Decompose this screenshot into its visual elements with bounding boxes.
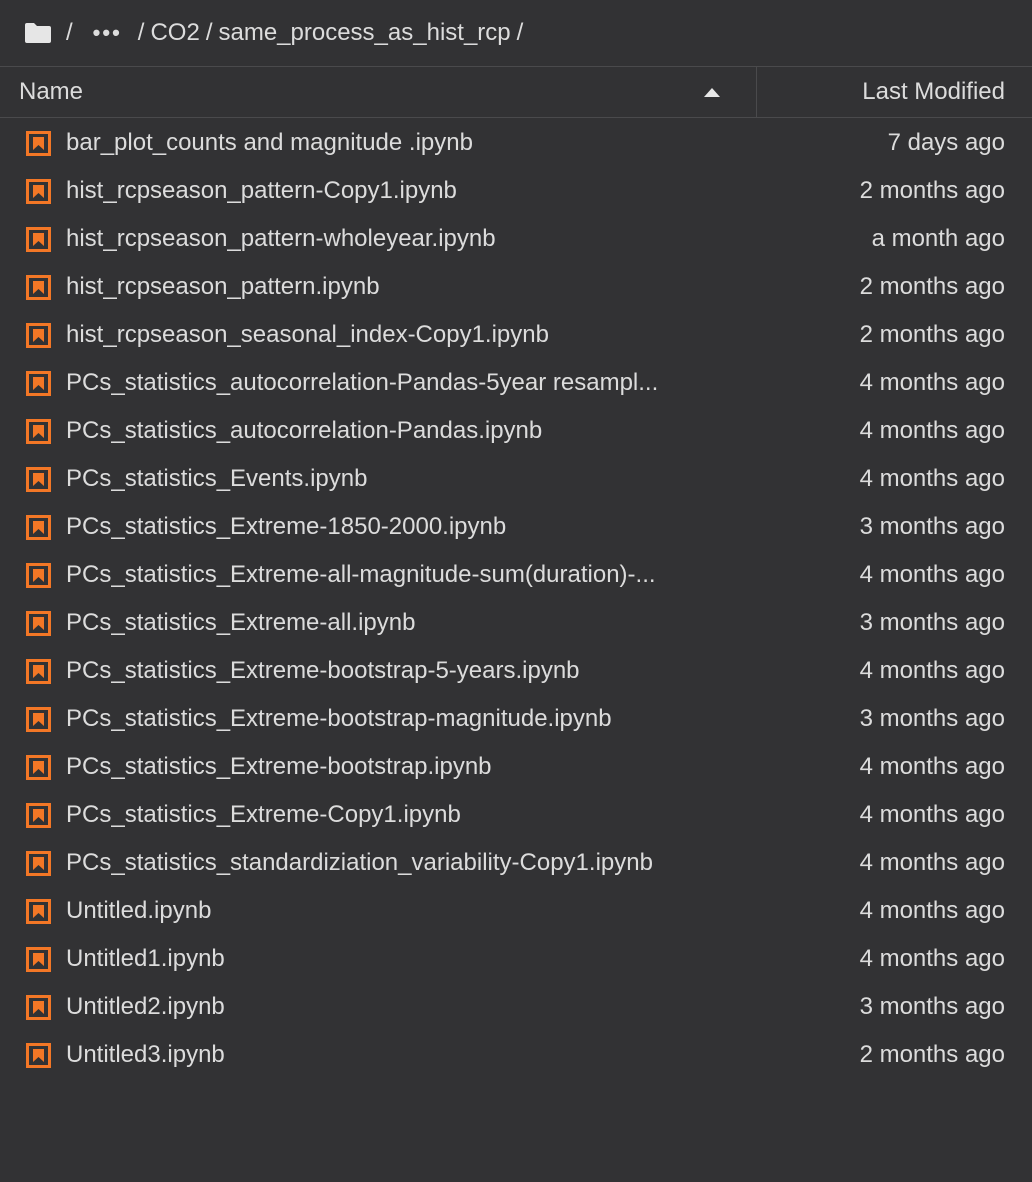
list-item[interactable]: PCs_statistics_Extreme-all-magnitude-sum… bbox=[0, 551, 1032, 599]
list-item[interactable]: PCs_statistics_autocorrelation-Pandas-5y… bbox=[0, 359, 1032, 407]
breadcrumb-ellipsis[interactable]: ••• bbox=[93, 20, 122, 46]
file-name: PCs_statistics_autocorrelation-Pandas.ip… bbox=[66, 417, 543, 444]
file-browser: / ••• / CO2 / same_process_as_hist_rcp /… bbox=[0, 0, 1032, 1182]
column-header-last-modified[interactable]: Last Modified bbox=[757, 67, 1032, 117]
notebook-icon bbox=[26, 1043, 51, 1068]
file-last-modified: 2 months ago bbox=[859, 321, 1005, 348]
list-item[interactable]: hist_rcpseason_pattern-Copy1.ipynb 2 mont… bbox=[0, 167, 1032, 215]
file-name: PCs_statistics_Extreme-all.ipynb bbox=[66, 609, 416, 636]
notebook-icon bbox=[26, 419, 51, 444]
list-item[interactable]: Untitled.ipynb 4 months ago bbox=[0, 887, 1032, 935]
file-name: hist_rcpseason_pattern-Copy1.ipynb bbox=[66, 177, 457, 204]
list-item[interactable]: bar_plot_counts and magnitude .ipynb 7 da… bbox=[0, 119, 1032, 167]
file-name: Untitled.ipynb bbox=[66, 897, 212, 924]
file-name: PCs_statistics_Extreme-Copy1.ipynb bbox=[66, 801, 461, 828]
list-item[interactable]: PCs_statistics_Events.ipynb 4 months ago bbox=[0, 455, 1032, 503]
notebook-icon bbox=[26, 755, 51, 780]
breadcrumb-item-current-folder[interactable]: same_process_as_hist_rcp bbox=[218, 19, 510, 47]
list-item[interactable]: PCs_statistics_autocorrelation-Pandas.ip… bbox=[0, 407, 1032, 455]
file-name: bar_plot_counts and magnitude .ipynb bbox=[66, 129, 473, 156]
notebook-icon bbox=[26, 371, 51, 396]
file-name: PCs_statistics_Events.ipynb bbox=[66, 465, 368, 492]
notebook-icon bbox=[26, 947, 51, 972]
list-item[interactable]: Untitled2.ipynb 3 months ago bbox=[0, 983, 1032, 1031]
breadcrumb-separator: / bbox=[66, 19, 73, 46]
file-last-modified: 3 months ago bbox=[859, 705, 1005, 732]
notebook-icon bbox=[26, 467, 51, 492]
list-item[interactable]: PCs_statistics_Extreme-Copy1.ipynb 4 mont… bbox=[0, 791, 1032, 839]
file-name: PCs_statistics_Extreme-bootstrap-5-years… bbox=[66, 657, 580, 684]
list-item[interactable]: PCs_statistics_Extreme-bootstrap-5-years… bbox=[0, 647, 1032, 695]
file-last-modified: 3 months ago bbox=[859, 993, 1005, 1020]
notebook-icon bbox=[26, 323, 51, 348]
file-last-modified: 4 months ago bbox=[859, 849, 1005, 876]
list-item[interactable]: PCs_statistics_Extreme-bootstrap.ipynb 4 … bbox=[0, 743, 1032, 791]
notebook-icon bbox=[26, 707, 51, 732]
file-last-modified: 4 months ago bbox=[859, 369, 1005, 396]
file-name: Untitled3.ipynb bbox=[66, 1041, 225, 1068]
breadcrumb-item-co2[interactable]: CO2 bbox=[150, 19, 199, 47]
file-name: hist_rcpseason_pattern-wholeyear.ipynb bbox=[66, 225, 496, 252]
file-last-modified: 4 months ago bbox=[859, 801, 1005, 828]
list-item[interactable]: PCs_statistics_standardiziation_variabil… bbox=[0, 839, 1032, 887]
file-name: Untitled2.ipynb bbox=[66, 993, 225, 1020]
notebook-icon bbox=[26, 659, 51, 684]
notebook-icon bbox=[26, 803, 51, 828]
list-item[interactable]: hist_rcpseason_pattern.ipynb 2 months ago bbox=[0, 263, 1032, 311]
file-last-modified: 4 months ago bbox=[859, 753, 1005, 780]
file-last-modified: 4 months ago bbox=[859, 657, 1005, 684]
file-last-modified: 3 months ago bbox=[859, 513, 1005, 540]
list-item[interactable]: hist_rcpseason_pattern-wholeyear.ipynb a … bbox=[0, 215, 1032, 263]
file-last-modified: 2 months ago bbox=[859, 273, 1005, 300]
file-last-modified: 3 months ago bbox=[859, 609, 1005, 636]
list-item[interactable]: hist_rcpseason_seasonal_index-Copy1.ipyn… bbox=[0, 311, 1032, 359]
list-item[interactable]: PCs_statistics_Extreme-all.ipynb 3 months… bbox=[0, 599, 1032, 647]
breadcrumb-separator: / bbox=[205, 19, 213, 46]
column-header-name[interactable]: Name bbox=[0, 67, 757, 117]
file-name: PCs_statistics_Extreme-bootstrap-magnitu… bbox=[66, 705, 612, 732]
list-item[interactable]: PCs_statistics_Extreme-1850-2000.ipynb 3 … bbox=[0, 503, 1032, 551]
folder-icon[interactable] bbox=[24, 21, 52, 45]
file-last-modified: a month ago bbox=[871, 225, 1005, 252]
file-last-modified: 4 months ago bbox=[859, 561, 1005, 588]
notebook-icon bbox=[26, 275, 51, 300]
file-name: PCs_statistics_Extreme-bootstrap.ipynb bbox=[66, 753, 492, 780]
notebook-icon bbox=[26, 851, 51, 876]
file-name: Untitled1.ipynb bbox=[66, 945, 225, 972]
file-last-modified: 7 days ago bbox=[887, 129, 1005, 156]
file-last-modified: 4 months ago bbox=[859, 417, 1005, 444]
file-last-modified: 4 months ago bbox=[859, 897, 1005, 924]
file-last-modified: 2 months ago bbox=[859, 1041, 1005, 1068]
notebook-icon bbox=[26, 899, 51, 924]
breadcrumb-separator: / bbox=[137, 19, 145, 46]
list-item[interactable]: PCs_statistics_Extreme-bootstrap-magnitu… bbox=[0, 695, 1032, 743]
notebook-icon bbox=[26, 995, 51, 1020]
notebook-icon bbox=[26, 563, 51, 588]
sort-ascending-icon bbox=[704, 88, 720, 97]
list-item[interactable]: Untitled3.ipynb 2 months ago bbox=[0, 1031, 1032, 1079]
file-last-modified: 4 months ago bbox=[859, 945, 1005, 972]
breadcrumb: / ••• / CO2 / same_process_as_hist_rcp / bbox=[0, 0, 1032, 66]
listing-header: Name Last Modified bbox=[0, 66, 1032, 118]
file-name: hist_rcpseason_pattern.ipynb bbox=[66, 273, 380, 300]
file-name: hist_rcpseason_seasonal_index-Copy1.ipyn… bbox=[66, 321, 549, 348]
notebook-icon bbox=[26, 131, 51, 156]
notebook-icon bbox=[26, 611, 51, 636]
file-list: bar_plot_counts and magnitude .ipynb 7 da… bbox=[0, 119, 1032, 1079]
file-name: PCs_statistics_standardiziation_variabil… bbox=[66, 849, 653, 876]
file-last-modified: 2 months ago bbox=[859, 177, 1005, 204]
notebook-icon bbox=[26, 227, 51, 252]
column-header-last-modified-label: Last Modified bbox=[862, 78, 1005, 105]
file-name: PCs_statistics_Extreme-1850-2000.ipynb bbox=[66, 513, 507, 540]
file-name: PCs_statistics_Extreme-all-magnitude-sum… bbox=[66, 561, 656, 588]
notebook-icon bbox=[26, 179, 51, 204]
list-item[interactable]: Untitled1.ipynb 4 months ago bbox=[0, 935, 1032, 983]
notebook-icon bbox=[26, 515, 51, 540]
breadcrumb-separator: / bbox=[516, 19, 524, 46]
file-last-modified: 4 months ago bbox=[859, 465, 1005, 492]
file-name: PCs_statistics_autocorrelation-Pandas-5y… bbox=[66, 369, 659, 396]
column-header-name-label: Name bbox=[19, 78, 84, 105]
